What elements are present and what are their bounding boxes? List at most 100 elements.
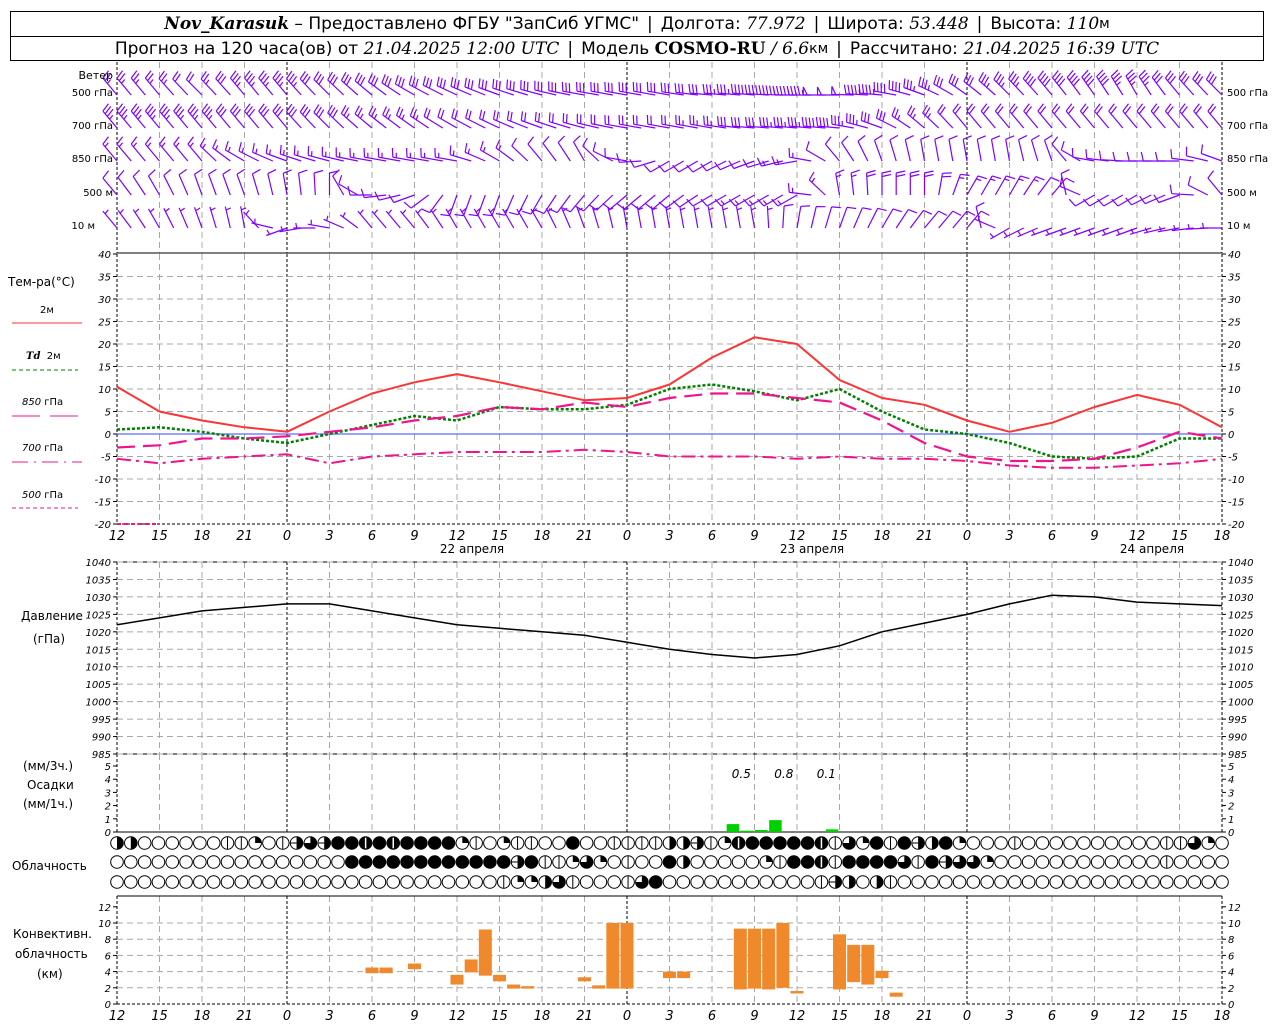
x-tick-label-temp: 6 (1048, 529, 1056, 544)
wind-level-10m-right: 10 м (1227, 221, 1251, 232)
cloud-fill (462, 836, 469, 843)
cloud-cover-symbol (262, 836, 276, 850)
x-tick-label-convective: 15 (831, 1009, 848, 1024)
cloud-fill (469, 855, 483, 869)
wind-barb (948, 73, 968, 96)
wind-barb (335, 147, 358, 162)
cloud-circle (856, 875, 870, 889)
wind-barb (904, 135, 914, 162)
wind-barb (933, 75, 954, 96)
wind-barb (909, 170, 920, 195)
cloud-cover-symbol (358, 875, 373, 889)
wind-barb (465, 109, 486, 129)
wind-barb (1068, 194, 1095, 207)
temp-axis-tick-label-left: 35 (98, 273, 111, 284)
cloud-cover-symbol (773, 836, 787, 850)
cloud-cover-symbol (538, 836, 552, 850)
cloud-circle (1118, 855, 1133, 869)
cloud-fill (130, 836, 138, 850)
x-tick-label-temp: 15 (151, 529, 168, 544)
wind-barb (714, 194, 741, 207)
wind-barb (802, 86, 826, 96)
precip-3h-unit: (мм/3ч.) (23, 759, 74, 773)
wind-barb (636, 206, 644, 229)
x-tick-label-convective: 15 (151, 1009, 168, 1024)
cloud-circle (483, 875, 497, 889)
cloud-circle (593, 875, 608, 889)
cloud-circle (262, 855, 276, 869)
x-tick-label-convective: 18 (534, 1009, 551, 1024)
cloud-cover-symbol (1159, 836, 1174, 850)
pressure-axis-tick-label-left: 985 (92, 750, 111, 761)
convective-cloud-bar (762, 928, 776, 990)
cloud-cover-symbol (731, 855, 746, 869)
cloud-circle (1049, 836, 1064, 850)
wind-barb (102, 209, 118, 229)
cloud-circle (165, 875, 180, 889)
wind-barb (208, 168, 217, 196)
wind-barb (422, 76, 444, 96)
wind-barb (994, 175, 1016, 196)
x-tick-label-temp: 21 (236, 529, 253, 544)
convective-axis-tick-label-left: 6 (105, 951, 111, 962)
wind-barb (672, 160, 699, 173)
cloud-circle (690, 855, 704, 869)
x-tick-label-temp: 6 (368, 529, 376, 544)
wind-barb (527, 136, 543, 162)
cloud-cover-symbol (966, 836, 981, 850)
cloud-cover-symbol (952, 836, 967, 850)
convective-label-3: (км) (37, 967, 63, 981)
temp-axis-tick-label-left: 15 (98, 363, 111, 374)
temp-axis-tick-label-left: 25 (98, 318, 111, 329)
wind-barb (1009, 103, 1025, 129)
wind-barb (707, 206, 714, 229)
wind-barb (201, 103, 217, 129)
cloud-circle (179, 875, 193, 889)
cloud-circle (731, 855, 746, 869)
cloud-circle (483, 836, 497, 850)
cloud-cover-symbol (1021, 875, 1036, 889)
cloud-fill (800, 836, 815, 850)
wind-barb (909, 209, 933, 229)
pressure-axis-tick-label-left: 1040 (86, 558, 111, 569)
precip-bar (726, 824, 740, 832)
wind-barb (808, 171, 826, 196)
cloud-cover-symbol (869, 855, 884, 869)
temp-axis-tick-label-right: 25 (1228, 318, 1241, 329)
cloud-cover-symbol (925, 875, 939, 889)
wind-barb (349, 147, 373, 162)
cloud-circle (607, 875, 622, 889)
wind-level-500hpa-left: 500 гПа (71, 88, 113, 99)
wind-barb (286, 70, 302, 96)
wind-level-500m-left: 500 м (83, 188, 113, 199)
x-tick-label-convective: 12 (789, 1009, 806, 1024)
x-tick-label-convective: 15 (491, 1009, 508, 1024)
wind-barb (772, 85, 797, 96)
cloud-fill (897, 836, 912, 850)
wind-barb (340, 72, 359, 96)
wind-barb (810, 206, 826, 229)
cloud-cover-symbol (220, 855, 235, 869)
cloud-circle (193, 855, 207, 869)
cloud-circle (110, 875, 124, 889)
cloud-cover-symbol (952, 875, 967, 889)
x-tick-label-convective: 6 (1048, 1009, 1056, 1024)
wind-barb (368, 105, 387, 129)
x-tick-label-convective: 12 (109, 1009, 126, 1024)
wind-level-850hpa-left: 850 гПа (71, 154, 113, 165)
x-tick-label-convective: 15 (1171, 1009, 1188, 1024)
cloud-circle (345, 875, 359, 889)
wind-barb (371, 209, 387, 229)
wind-barb (1081, 69, 1095, 96)
cloud-cover-symbol (856, 875, 870, 889)
temp-axis-tick-label-right: -15 (1228, 498, 1244, 509)
cloud-cover-symbol (345, 875, 359, 889)
forecast-time: 21.04.2025 12:00 UTC (363, 39, 560, 59)
cloud-cover-symbol (345, 836, 359, 850)
cloud-cover-symbol (1118, 855, 1133, 869)
cloud-cover-symbol (911, 875, 925, 889)
cloud-circle (151, 875, 166, 889)
cloud-cover-symbol (938, 875, 953, 889)
x-tick-label-temp: 12 (109, 529, 126, 544)
wind-barb (989, 227, 1010, 240)
